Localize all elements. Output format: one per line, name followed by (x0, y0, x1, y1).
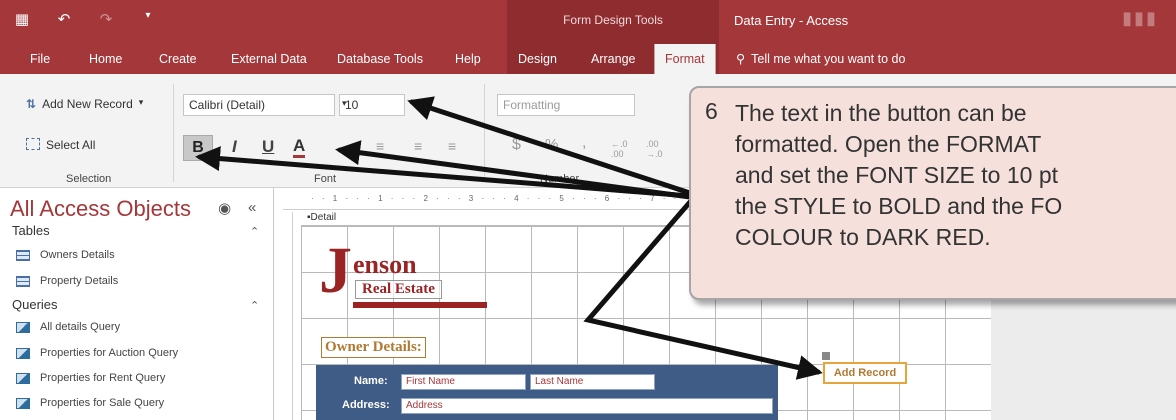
name-label[interactable]: Name: (354, 375, 388, 387)
tab-design[interactable]: Design (518, 52, 557, 66)
chevron-down-icon: ▾ (138, 97, 144, 107)
owner-details-panel: Name: First Name Last Name Address: Addr… (316, 365, 778, 420)
align-right-icon[interactable]: ≡ (448, 138, 456, 154)
last-name-field[interactable]: Last Name (530, 374, 655, 390)
nav-item-label: Properties for Auction Query (40, 347, 179, 359)
select-all-label: Select All (46, 138, 96, 152)
nav-item-label: Properties for Rent Query (40, 372, 166, 384)
navigation-pane: All Access Objects ◉ « Tables ⌃ Owners D… (0, 188, 274, 420)
app-title: Data Entry - Access (734, 13, 849, 28)
nav-item-rent-query[interactable]: Properties for Rent Query (16, 372, 165, 384)
logo-subtitle: Real Estate (355, 280, 442, 299)
tab-file[interactable]: File (30, 52, 50, 66)
undo-icon[interactable]: ↶ (56, 10, 72, 28)
search-icon: ⚲ (736, 52, 746, 66)
increase-decimals-button[interactable]: ←.0 .00 (611, 139, 639, 159)
italic-button[interactable]: I (232, 137, 237, 157)
query-icon (16, 321, 30, 333)
title-bar: ▦ ↶ ↷ ▾ Form Design Tools Data Entry - A… (0, 0, 1176, 44)
quick-access-toolbar: ▦ ↶ ↷ ▾ (14, 10, 156, 28)
address-label[interactable]: Address: (342, 399, 390, 411)
tab-create[interactable]: Create (159, 52, 197, 66)
collapse-tables-icon[interactable]: ⌃ (250, 225, 259, 238)
tab-external-data[interactable]: External Data (231, 52, 307, 66)
font-group-label: Font (314, 173, 337, 185)
font-size-combo[interactable]: 10 (339, 94, 405, 116)
font-color-button[interactable]: A (293, 136, 306, 158)
align-left-icon[interactable]: ≡ (376, 138, 384, 154)
ruler-ticks: · · 1 · · · 1 · · · 2 · · · 3 · · · 4 · … (311, 194, 749, 203)
logo-letter: J (319, 234, 352, 307)
nav-section-queries[interactable]: Queries (12, 297, 58, 312)
owner-details-label[interactable]: Owner Details: (321, 337, 426, 358)
ribbon-tab-row: File Home Create External Data Database … (0, 44, 1176, 74)
percent-button[interactable]: % (545, 136, 558, 153)
logo-name: enson (353, 250, 417, 279)
format-painter-icon[interactable]: ✑ (415, 92, 430, 113)
select-all-icon (26, 138, 40, 150)
instruction-text: The text in the button can be formatted.… (735, 100, 1063, 250)
group-divider (484, 84, 485, 182)
tell-me-text: Tell me what you want to do (751, 51, 906, 66)
nav-item-label: Owners Details (40, 249, 115, 261)
window-controls: ▮▮▮ (1122, 8, 1158, 28)
address-field[interactable]: Address (401, 398, 773, 414)
selection-group-label: Selection (66, 173, 112, 185)
query-icon (16, 372, 30, 384)
tab-format[interactable]: Format (654, 44, 716, 74)
collapse-pane-icon[interactable]: « (248, 199, 256, 216)
bold-button[interactable]: B (183, 135, 213, 161)
decrease-decimals-button[interactable]: .00 →.0 (646, 139, 674, 159)
nav-section-tables[interactable]: Tables (12, 223, 50, 238)
tab-arrange[interactable]: Arrange (591, 52, 635, 66)
first-name-field[interactable]: First Name (401, 374, 526, 390)
nav-item-owners-details[interactable]: Owners Details (16, 249, 115, 261)
nav-options-icon[interactable]: ◉ (218, 199, 231, 217)
instruction-callout: 6 The text in the button can be formatte… (689, 86, 1176, 300)
customize-icon[interactable]: ▾ (140, 10, 156, 28)
currency-button[interactable]: $ (512, 136, 521, 154)
sort-icon: ⇅ (26, 97, 37, 111)
logo-underline (353, 302, 487, 308)
group-divider (173, 84, 174, 182)
step-number: 6 (705, 98, 718, 124)
context-tab-group-label: Form Design Tools (563, 13, 663, 27)
nav-item-property-details[interactable]: Property Details (16, 275, 118, 287)
table-icon (16, 275, 30, 287)
nav-item-auction-query[interactable]: Properties for Auction Query (16, 347, 178, 359)
record-selector-dropdown[interactable]: ⇅ Add New Record ▾ (26, 97, 143, 111)
save-icon[interactable]: ▦ (14, 10, 30, 28)
query-icon (16, 347, 30, 359)
select-all-button[interactable]: Select All (26, 138, 95, 152)
tab-help[interactable]: Help (455, 52, 481, 66)
font-name-combo[interactable]: Calibri (Detail) (183, 94, 335, 116)
query-icon (16, 397, 30, 409)
chevron-down-icon: ▾ (342, 98, 347, 108)
add-record-button[interactable]: Add Record (823, 362, 907, 384)
record-dropdown-label: Add New Record (42, 97, 133, 111)
nav-pane-title[interactable]: All Access Objects (10, 196, 191, 222)
tab-database-tools[interactable]: Database Tools (337, 52, 423, 66)
collapse-queries-icon[interactable]: ⌃ (250, 299, 259, 312)
tell-me-box[interactable]: ⚲ Tell me what you want to do (736, 51, 906, 67)
number-group-label: Number (540, 173, 580, 185)
nav-item-all-details-query[interactable]: All details Query (16, 321, 120, 333)
comma-button[interactable]: , (582, 134, 586, 152)
nav-item-label: Property Details (40, 275, 119, 287)
move-handle[interactable] (822, 352, 830, 360)
detail-section-label: Detail (310, 212, 337, 223)
nav-item-label: Properties for Sale Query (40, 397, 165, 409)
nav-item-sale-query[interactable]: Properties for Sale Query (16, 397, 164, 409)
company-logo[interactable]: J enson Real Estate (319, 238, 487, 312)
tab-home[interactable]: Home (89, 52, 122, 66)
nav-item-label: All details Query (40, 321, 121, 333)
table-icon (16, 249, 30, 261)
underline-button[interactable]: U (262, 137, 274, 157)
align-center-icon[interactable]: ≡ (414, 138, 422, 154)
redo-icon[interactable]: ↷ (98, 10, 114, 28)
number-format-combo[interactable]: Formatting (497, 94, 635, 116)
